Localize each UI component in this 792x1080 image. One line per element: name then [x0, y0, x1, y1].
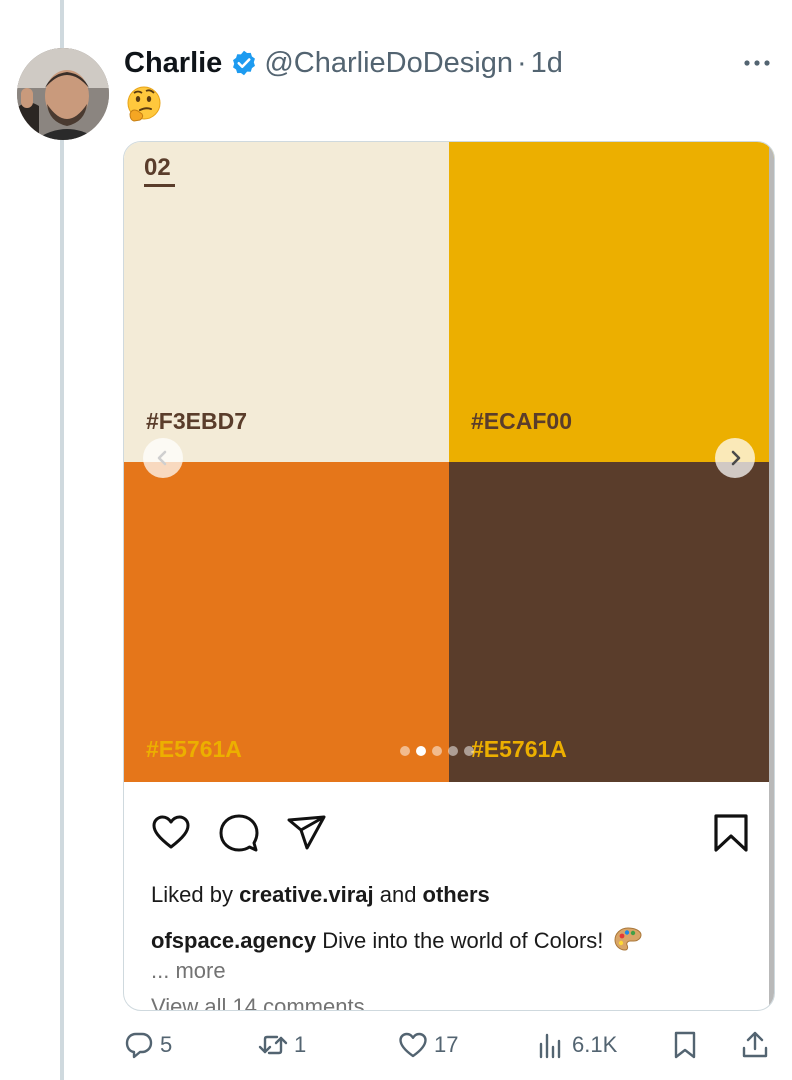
more-options-icon[interactable]	[742, 56, 772, 70]
avatar[interactable]	[17, 48, 109, 140]
view-comments-link[interactable]: View all 14 comments	[151, 994, 365, 1010]
reply-count: 5	[160, 1032, 173, 1057]
instagram-action-bar	[124, 812, 774, 856]
heart-icon[interactable]	[150, 812, 192, 854]
liked-by-line: Liked by creative.viraj and others	[151, 882, 490, 908]
instagram-embed-card[interactable]: #F3EBD7 #ECAF00 #E5761A #E5761A 02 Liked…	[123, 141, 775, 1011]
caption-username[interactable]: ofspace.agency	[151, 928, 316, 953]
like-heart-icon	[399, 1032, 427, 1058]
liked-others-link[interactable]: others	[423, 882, 490, 907]
like-count: 17	[434, 1032, 459, 1057]
swatch-hex-label: #ECAF00	[471, 408, 572, 434]
retweet-count: 1	[294, 1032, 307, 1057]
like-button[interactable]: 17	[398, 1026, 458, 1064]
comment-icon[interactable]	[218, 812, 260, 854]
views-button[interactable]: 6.1K	[536, 1026, 617, 1064]
author-name[interactable]: Charlie	[124, 47, 222, 80]
carousel-dot[interactable]	[464, 746, 474, 756]
liked-prefix: Liked by	[151, 882, 240, 907]
carousel-dot[interactable]	[448, 746, 458, 756]
thinking-face-emoji-icon	[127, 86, 161, 122]
post-caption: ofspace.agency Dive into the world of Co…	[151, 926, 642, 954]
bookmark-icon	[674, 1031, 696, 1059]
reply-button[interactable]: 5	[124, 1026, 172, 1064]
carousel-dot[interactable]	[400, 746, 410, 756]
carousel-dot[interactable]	[416, 746, 426, 756]
swatch-yellow: #ECAF00	[449, 142, 774, 462]
share-icon[interactable]	[286, 812, 328, 854]
swatch-hex-label: #F3EBD7	[146, 408, 247, 434]
bookmark-button[interactable]	[670, 1026, 706, 1064]
views-count: 6.1K	[572, 1032, 618, 1057]
carousel-next-button[interactable]	[715, 438, 755, 478]
verified-badge-icon	[233, 50, 256, 76]
reply-bubble-icon	[125, 1032, 153, 1059]
carousel-dots	[400, 746, 474, 756]
chevron-right-icon	[731, 450, 741, 466]
save-bookmark-icon[interactable]	[710, 812, 752, 854]
retweet-icon	[258, 1035, 288, 1055]
liked-user-link[interactable]: creative.viraj	[239, 882, 374, 907]
separator-dot: ·	[516, 46, 527, 79]
chevron-left-icon	[157, 450, 167, 466]
carousel-prev-button[interactable]	[143, 438, 183, 478]
author-handle[interactable]: @CharlieDoDesign	[264, 47, 513, 80]
retweet-button[interactable]: 1	[258, 1026, 306, 1064]
tweet-action-bar: 5 1 17 6.1K	[124, 1026, 774, 1066]
swatch-cream: #F3EBD7	[124, 142, 449, 462]
caption-more-link[interactable]: ... more	[151, 958, 226, 984]
caption-text: Dive into the world of Colors!	[316, 928, 604, 953]
embed-scrollbar[interactable]	[769, 142, 774, 1010]
thread-line	[60, 0, 64, 1080]
tweet-header: Charlie @CharlieDoDesign · 1d	[124, 44, 563, 82]
share-upload-icon	[742, 1031, 768, 1058]
liked-and: and	[373, 882, 423, 907]
views-bar-chart-icon	[539, 1033, 561, 1059]
color-palette-carousel[interactable]: #F3EBD7 #ECAF00 #E5761A #E5761A 02	[124, 142, 774, 782]
avatar-photo-icon	[17, 48, 109, 140]
slide-number: 02	[144, 154, 171, 181]
swatch-hex-label: #E5761A	[471, 736, 567, 762]
tweet-timestamp[interactable]: 1d	[531, 47, 563, 80]
swatch-hex-label: #E5761A	[146, 736, 242, 762]
swatch-brown: #E5761A	[449, 462, 774, 782]
share-tweet-button[interactable]	[740, 1026, 776, 1064]
swatch-orange: #E5761A	[124, 462, 449, 782]
slide-number-underline	[144, 184, 175, 187]
artist-palette-emoji-icon	[614, 927, 642, 951]
carousel-dot[interactable]	[432, 746, 442, 756]
